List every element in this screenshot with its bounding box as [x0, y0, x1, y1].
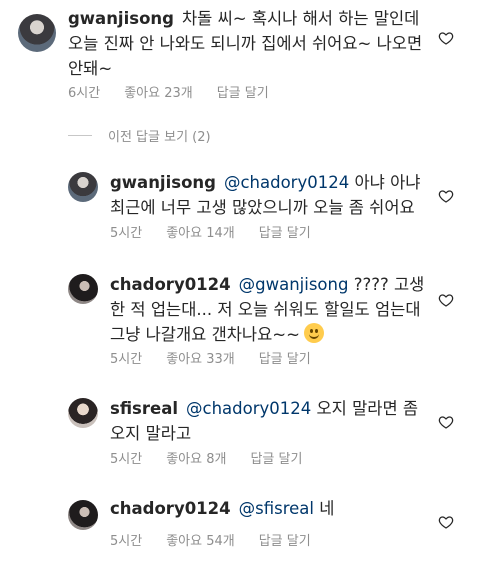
avatar[interactable] — [68, 172, 98, 202]
reply-mention[interactable]: @chadory0124 — [186, 399, 311, 418]
like-count[interactable]: 좋아요 33개 — [166, 352, 235, 367]
reply-button[interactable]: 답글 달기 — [259, 534, 311, 549]
reply-button[interactable]: 답글 달기 — [217, 86, 269, 101]
reply-username[interactable]: chadory0124 — [110, 275, 231, 294]
reply-text: sfisreal @chadory0124 오지 말라면 좀 오지 말라고 — [110, 396, 430, 446]
avatar[interactable] — [68, 500, 98, 530]
reply-username[interactable]: sfisreal — [110, 399, 178, 418]
reply-text: gwanjisong @chadory0124 아냐 아냐 최근에 너무 고생 많… — [110, 170, 430, 220]
comment-meta: 6시간 좋아요 23개 답글 달기 — [68, 82, 293, 101]
comment-time: 6시간 — [68, 86, 101, 101]
like-count[interactable]: 좋아요 54개 — [166, 534, 235, 549]
avatar[interactable] — [68, 398, 98, 428]
comment-username[interactable]: gwanjisong — [68, 9, 174, 28]
reply-username[interactable]: chadory0124 — [110, 499, 231, 518]
avatar[interactable] — [68, 274, 98, 304]
reply-text: chadory0124 @gwanjisong ???? 고생한 적 업는대...… — [110, 272, 435, 347]
reply-time: 5시간 — [110, 452, 143, 467]
reply-mention[interactable]: @gwanjisong — [239, 275, 349, 294]
reply-meta: 5시간 좋아요 33개 답글 달기 — [110, 348, 335, 367]
reply-mention[interactable]: @chadory0124 — [224, 173, 349, 192]
avatar[interactable] — [18, 14, 56, 52]
view-previous-replies-label: 이전 답글 보기 (2) — [108, 130, 211, 145]
like-count[interactable]: 좋아요 23개 — [124, 86, 193, 101]
reply-time: 5시간 — [110, 534, 143, 549]
like-count[interactable]: 좋아요 14개 — [166, 226, 235, 241]
reply-meta: 5시간 좋아요 14개 답글 달기 — [110, 222, 335, 241]
smiling-face-emoji-icon — [303, 323, 324, 343]
heart-outline-icon[interactable] — [438, 414, 454, 430]
reply-button[interactable]: 답글 달기 — [250, 452, 302, 467]
reply-meta: 5시간 좋아요 8개 답글 달기 — [110, 448, 326, 467]
reply-time: 5시간 — [110, 226, 143, 241]
reply-text: chadory0124 @sfisreal 네 — [110, 496, 430, 521]
like-count[interactable]: 좋아요 8개 — [166, 452, 226, 467]
reply-button[interactable]: 답글 달기 — [259, 226, 311, 241]
reply-username[interactable]: gwanjisong — [110, 173, 216, 192]
heart-outline-icon[interactable] — [438, 514, 454, 530]
reply-meta: 5시간 좋아요 54개 답글 달기 — [110, 530, 335, 549]
view-previous-replies-button[interactable]: 이전 답글 보기 (2) — [68, 126, 211, 145]
heart-outline-icon[interactable] — [438, 188, 454, 204]
heart-outline-icon[interactable] — [438, 292, 454, 308]
reply-body: 네 — [313, 499, 335, 518]
comment-text: gwanjisong 차돌 씨~ 혹시나 해서 하는 말인데 오늘 진짜 안 나와… — [68, 6, 438, 81]
reply-time: 5시간 — [110, 352, 143, 367]
heart-outline-icon[interactable] — [438, 30, 454, 46]
divider-line — [68, 135, 92, 136]
reply-button[interactable]: 답글 달기 — [259, 352, 311, 367]
reply-mention[interactable]: @sfisreal — [239, 499, 314, 518]
